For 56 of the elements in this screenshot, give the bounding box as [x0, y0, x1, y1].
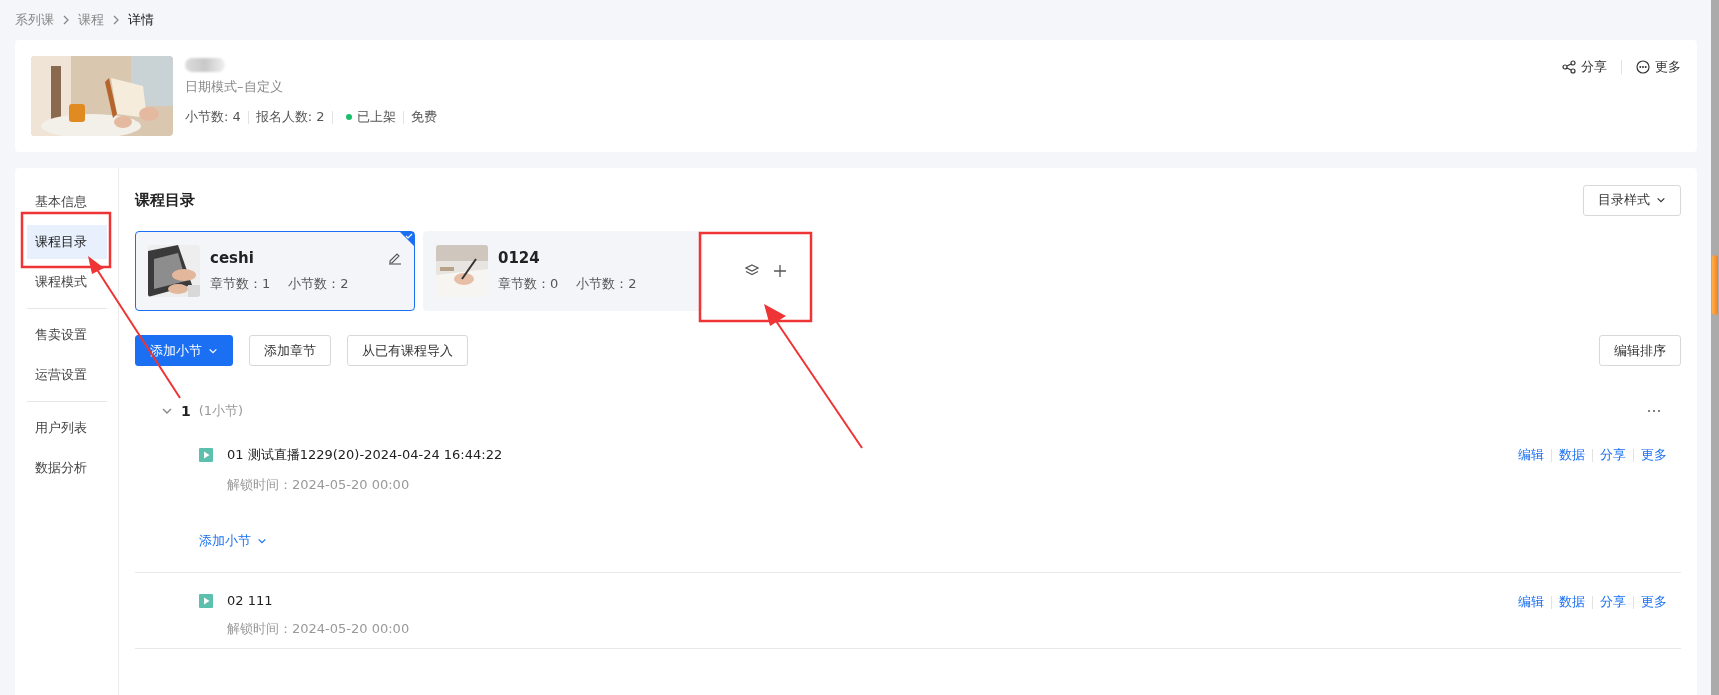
play-icon — [199, 448, 213, 462]
price-text: 免费 — [410, 108, 437, 126]
directory-card[interactable]: ceshi 章节数：1 小节数：2 — [135, 231, 415, 311]
sidebar-item[interactable]: 数据分析 — [26, 451, 107, 485]
more-icon — [1647, 409, 1661, 413]
toolbar-button[interactable]: 添加章节 — [249, 335, 331, 366]
unlock-time: 解锁时间：2024-05-20 00:00 — [227, 476, 411, 494]
sidebar-item[interactable]: 运营设置 — [26, 358, 107, 392]
lesson-title: 02 111 — [227, 593, 273, 608]
add-lesson-link[interactable]: 添加小节 — [199, 532, 267, 550]
check-corner-icon — [400, 232, 414, 246]
action-link[interactable]: 分享 — [1600, 593, 1626, 611]
plus-icon — [773, 264, 787, 278]
directory-card[interactable]: 0124 章节数：0 小节数：2 — [423, 231, 703, 311]
status-text: 已上架 — [356, 108, 396, 126]
catalog-style-dropdown[interactable]: 目录样式 — [1583, 184, 1681, 216]
action-link[interactable]: 更多 — [1641, 593, 1667, 611]
lesson-title: 01 测试直播1229(20)-2024-04-24 16:44:22 — [227, 446, 503, 464]
directory-name: 0124 — [498, 249, 540, 267]
chevron-down-icon — [1656, 195, 1666, 205]
sidebar-item[interactable]: 售卖设置 — [26, 318, 107, 352]
share-icon — [1562, 60, 1576, 74]
action-link[interactable]: 编辑 — [1518, 593, 1544, 611]
pencil-icon — [388, 251, 402, 265]
play-icon — [199, 593, 213, 608]
chevron-down-icon — [257, 536, 267, 546]
course-mode: 日期模式–自定义 — [185, 78, 284, 96]
more-button[interactable]: 更多 — [1636, 58, 1681, 76]
action-link[interactable]: 数据 — [1559, 593, 1585, 611]
share-button[interactable]: 分享 — [1562, 58, 1607, 76]
action-link[interactable]: 更多 — [1641, 446, 1667, 464]
chapter-number: 1 — [181, 403, 191, 419]
action-link[interactable]: 分享 — [1600, 446, 1626, 464]
section-title: 课程目录 — [135, 190, 195, 210]
lesson-count: 小节数：2 — [288, 275, 349, 293]
sidebar-item[interactable]: 基本信息 — [26, 185, 107, 219]
chapter-lesson-count: (1小节) — [198, 402, 244, 420]
sidebar-item[interactable]: 用户列表 — [26, 411, 107, 445]
stat-text: 小节数: 4 — [185, 108, 241, 126]
action-link[interactable]: 数据 — [1559, 446, 1585, 464]
sidebar-item[interactable]: 课程模式 — [26, 265, 107, 299]
lesson-count: 小节数：2 — [576, 275, 637, 293]
unlock-time: 解锁时间：2024-05-20 00:00 — [227, 620, 410, 638]
chapter-count: 章节数：1 — [210, 275, 271, 293]
toolbar-button[interactable]: 添加小节 — [135, 335, 233, 366]
edit-order-button[interactable]: 编辑排序 — [1599, 335, 1681, 366]
scrollbar[interactable] — [1711, 0, 1719, 695]
redacted-title — [185, 58, 225, 72]
action-link[interactable]: 编辑 — [1518, 446, 1544, 464]
layers-icon — [745, 264, 759, 278]
toolbar-button[interactable]: 从已有课程导入 — [347, 335, 468, 366]
sidebar-item[interactable]: 课程目录 — [26, 225, 107, 259]
stat-text: 报名人数: 2 — [255, 108, 325, 126]
more-icon — [1636, 60, 1650, 74]
chapter-count: 章节数：0 — [498, 275, 559, 293]
directory-name: ceshi — [210, 249, 254, 267]
